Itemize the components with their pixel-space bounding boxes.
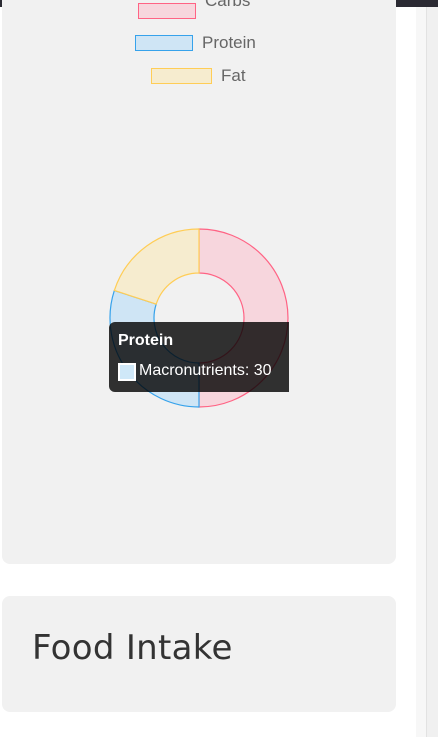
- vertical-scrollbar[interactable]: [426, 7, 438, 737]
- page-edge-shadow: [416, 7, 426, 737]
- tooltip-color-swatch: [118, 363, 136, 381]
- donut-slice-fat[interactable]: [113, 228, 200, 305]
- tooltip-title: Protein: [118, 332, 174, 349]
- tooltip-body: Macronutrients: 30: [139, 362, 272, 379]
- chart-tooltip: Protein Macronutrients: 30: [109, 322, 289, 392]
- food-intake-title: Food Intake: [32, 628, 233, 668]
